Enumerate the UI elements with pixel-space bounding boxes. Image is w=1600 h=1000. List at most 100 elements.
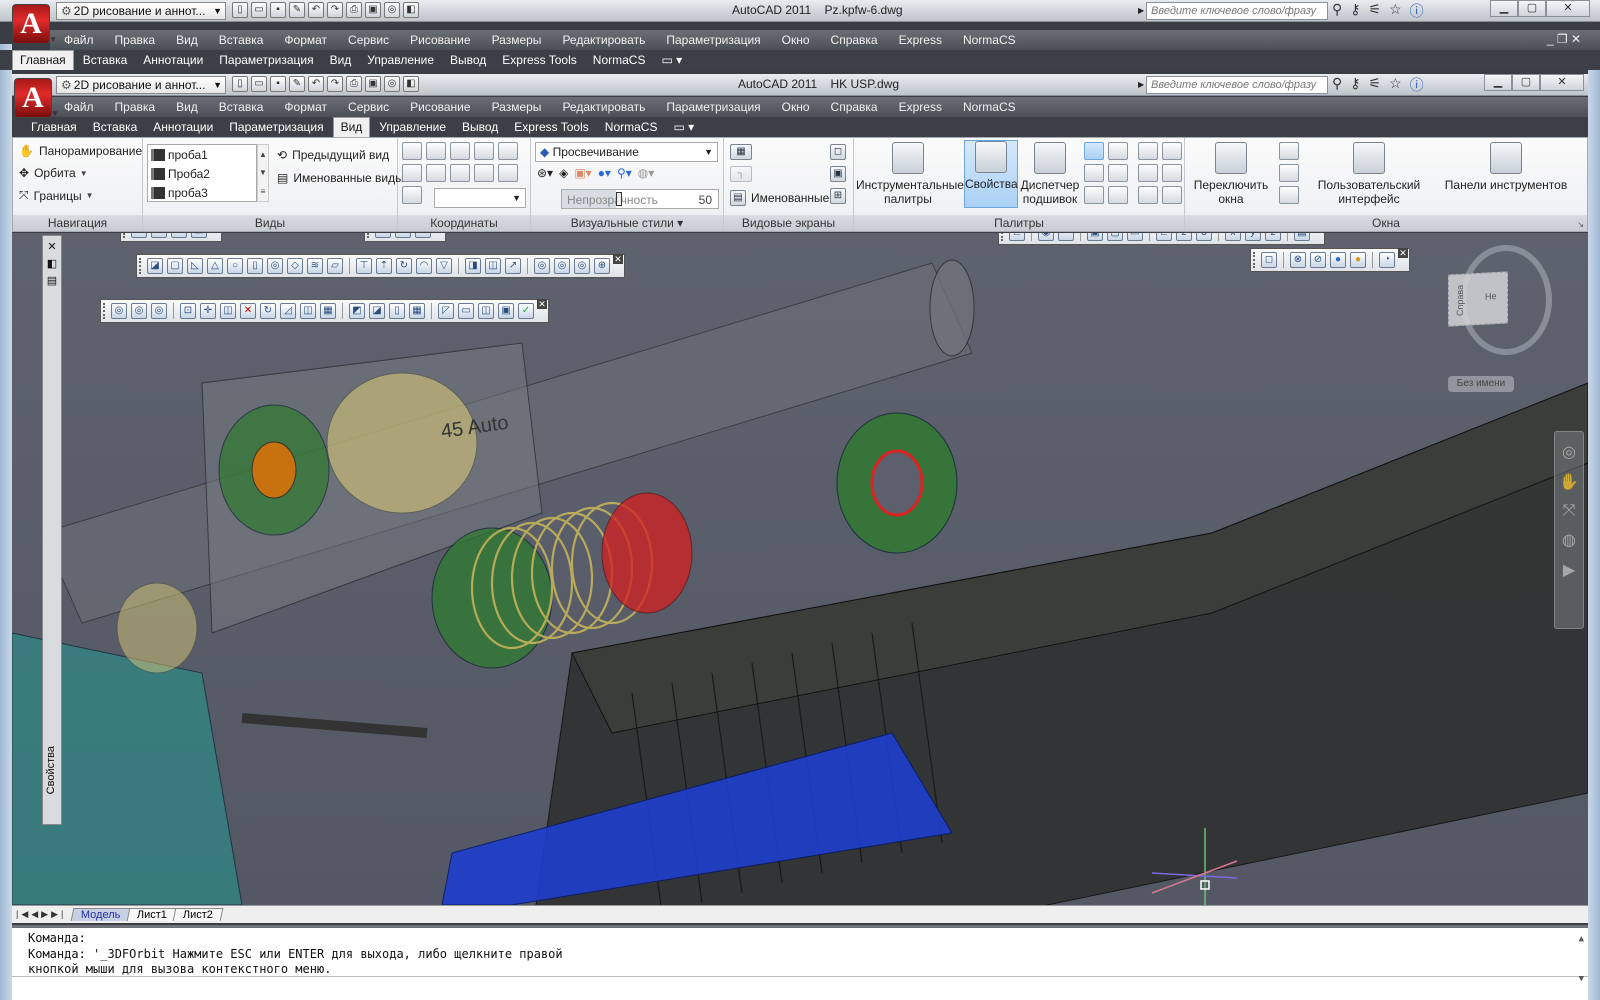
maximize-button[interactable]: ▢ (1518, 0, 1546, 17)
3d-move-icon[interactable]: ◫ (485, 258, 501, 274)
subtract-icon[interactable]: ◎ (554, 258, 570, 274)
lights-list-icon[interactable] (1162, 164, 1182, 182)
redo-icon[interactable]: ↷ (327, 2, 343, 18)
pan-button[interactable]: ✋ Панорамирование (19, 144, 142, 158)
search-input[interactable]: Введите ключевое слово/фразу (1146, 2, 1328, 20)
face-style-icon[interactable]: ◈ (559, 166, 568, 180)
ucs-menu[interactable]: Без имени (1448, 376, 1514, 392)
menu-insert[interactable]: Вставка (219, 100, 264, 114)
menu-draw[interactable]: Рисование (410, 100, 470, 114)
interfere-icon[interactable]: ▣ (498, 303, 514, 319)
check-icon[interactable]: ✓ (518, 303, 534, 319)
menu-parametric[interactable]: Параметризация (666, 33, 760, 47)
toolbar-grip[interactable] (367, 233, 371, 238)
ucs-face-icon[interactable]: ▣ (1087, 233, 1103, 241)
menu-file[interactable]: Файл (64, 100, 94, 114)
maximize-button[interactable]: ▢ (1512, 74, 1540, 91)
intersect-icon[interactable]: ◎ (151, 303, 167, 319)
delete-faces-icon[interactable]: ✕ (240, 303, 256, 319)
ucs-z-axis-icon[interactable]: z (1176, 233, 1192, 241)
tab-insert[interactable]: Вставка (86, 118, 145, 137)
apply-ucs-icon[interactable]: ▤ (1294, 233, 1310, 241)
render-settings-icon[interactable] (1162, 186, 1182, 204)
minimize-button[interactable]: ▁ (1490, 0, 1518, 17)
dbconnect-icon[interactable] (1084, 186, 1104, 204)
toolbars-button[interactable]: Панели инструментов (1431, 142, 1581, 210)
materials-editor-icon[interactable] (1138, 164, 1158, 182)
toolbar-grip[interactable] (103, 303, 107, 319)
design-center-icon[interactable] (1108, 142, 1128, 160)
tab-model[interactable]: Модель (70, 908, 132, 921)
tab-normacs[interactable]: NormaCS (598, 118, 665, 137)
quickcalc-icon[interactable] (1108, 164, 1128, 182)
taper-faces-icon[interactable]: ◿ (280, 303, 296, 319)
materials-icon[interactable] (1138, 142, 1158, 160)
loft-icon[interactable]: ▽ (436, 258, 452, 274)
key-icon[interactable]: ⚷ (1350, 1, 1360, 21)
satellite-icon[interactable]: ⚟ (1369, 75, 1382, 95)
orbit-icon[interactable]: ◍ (1555, 530, 1583, 550)
ucs-world-icon[interactable] (426, 142, 446, 160)
edge-style-icon[interactable]: ⊛▾ (537, 166, 553, 180)
separate-icon[interactable]: ◸ (438, 303, 454, 319)
tab-normacs[interactable]: NormaCS (586, 51, 653, 70)
close-button[interactable]: ✕ (1540, 74, 1584, 91)
union-icon[interactable]: ◎ (111, 303, 127, 319)
3d-rotate-icon[interactable]: ⊕ (594, 258, 610, 274)
extrude-faces-icon[interactable]: ⊡ (180, 303, 196, 319)
opacity-slider[interactable]: Непрозрачность 50 (561, 189, 719, 209)
ucs-x-icon[interactable] (402, 164, 422, 182)
toolbar-grip[interactable] (1253, 252, 1257, 268)
menu-tools[interactable]: Сервис (348, 100, 389, 114)
environment-icon[interactable]: ◍▾ (638, 166, 655, 180)
search-expand-icon[interactable]: ▶ (1138, 80, 1144, 89)
undo-icon[interactable]: ↶ (308, 76, 324, 92)
tab-annotate[interactable]: Аннотации (136, 51, 210, 70)
tool-palettes-button[interactable]: Инструментальные палитры (856, 142, 964, 210)
search-input[interactable]: Введите ключевое слово/фразу (1146, 76, 1328, 94)
ucs-axis-icon[interactable] (450, 142, 470, 160)
rotate-faces-icon[interactable]: ↻ (260, 303, 276, 319)
menu-dimension[interactable]: Размеры (492, 33, 542, 47)
menu-format[interactable]: Формат (284, 100, 327, 114)
showmotion-icon[interactable]: ▶ (1555, 560, 1583, 580)
hidden-icon[interactable]: ⊘ (1310, 252, 1326, 268)
material-icon[interactable]: ▣▾ (574, 166, 591, 180)
list-item[interactable]: Проба2 (148, 164, 256, 183)
menu-edit[interactable]: Правка (115, 100, 156, 114)
binoculars-icon[interactable]: ⚲ (1332, 75, 1342, 95)
viewcube-face-right[interactable]: Справа (1455, 285, 1465, 317)
render-icon[interactable]: ◎ (384, 76, 400, 92)
menu-file[interactable]: Файл (64, 33, 94, 47)
visual-style-select[interactable]: ◆ Просвечивание ▼ (535, 142, 718, 162)
iso-view-icon[interactable]: ◠ (171, 233, 187, 238)
ucs-3point-icon[interactable]: 3 (1196, 233, 1212, 241)
free-orbit-icon[interactable]: ⊘ (395, 233, 411, 238)
markup-icon[interactable] (1084, 164, 1104, 182)
color-edges-icon[interactable]: ◪ (369, 303, 385, 319)
2d-wireframe-icon[interactable]: ◻ (1261, 252, 1277, 268)
ucs-world-icon[interactable]: ◉ (1038, 233, 1054, 241)
render-icon[interactable]: ◎ (384, 2, 400, 18)
menu-parametric[interactable]: Параметризация (666, 100, 760, 114)
subtract-icon[interactable]: ◎ (131, 303, 147, 319)
panel-launcher-icon[interactable]: ↘ (1577, 220, 1584, 229)
tab-layout1[interactable]: Лист1 (126, 908, 178, 921)
tab-express-tools[interactable]: Express Tools (495, 51, 583, 70)
ucs-z-icon[interactable] (474, 164, 494, 182)
torus-icon[interactable]: ◎ (267, 258, 283, 274)
tab-annotate[interactable]: Аннотации (146, 118, 220, 137)
command-line-icon[interactable] (1084, 142, 1104, 160)
section-plane-icon[interactable]: ◨ (465, 258, 481, 274)
ucs-origin-icon[interactable]: ∟ (1156, 233, 1172, 241)
menu-help[interactable]: Справка (831, 33, 878, 47)
wedge-icon[interactable]: ◺ (187, 258, 203, 274)
close-icon[interactable]: ✕ (43, 240, 61, 253)
user-interface-button[interactable]: Пользовательский интерфейс (1311, 142, 1427, 210)
realistic-icon[interactable]: ● (1330, 252, 1346, 268)
ucs-3point-icon[interactable] (450, 164, 470, 182)
tab-parametric[interactable]: Параметризация (222, 118, 330, 137)
tab-insert[interactable]: Вставка (76, 51, 135, 70)
menu-format[interactable]: Формат (284, 33, 327, 47)
switch-windows-button[interactable]: Переключить окна (1189, 142, 1273, 210)
